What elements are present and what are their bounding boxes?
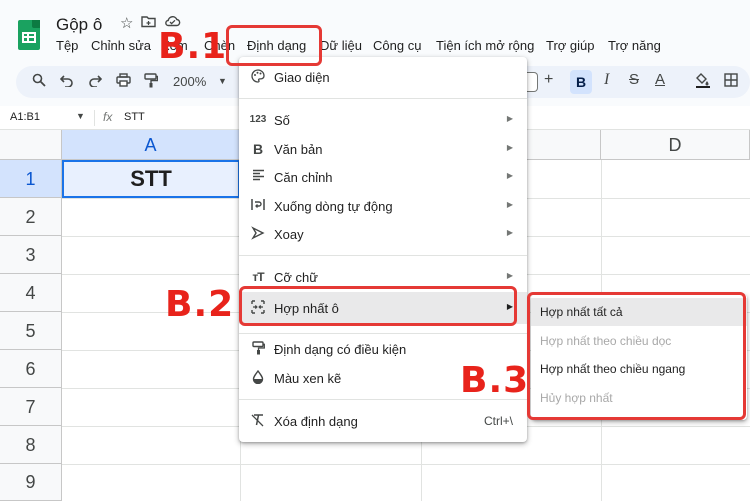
annotation-box-format-menu [226, 25, 322, 66]
zoom-select[interactable]: 200% [173, 74, 206, 89]
search-icon[interactable] [32, 73, 46, 90]
divider [94, 110, 95, 126]
menu-extensions[interactable]: Tiện ích mở rộng [436, 38, 534, 53]
shortcut-label: Ctrl+\ [483, 414, 513, 428]
row-header-1[interactable]: 1 [0, 160, 62, 198]
row-header-9[interactable]: 9 [0, 464, 62, 501]
menu-help[interactable]: Trợ giúp [546, 38, 595, 53]
submenu-arrow-icon: ▶ [506, 200, 513, 209]
annotation-box-merge-submenu [527, 292, 746, 420]
bold-icon: B [252, 141, 264, 157]
submenu-arrow-icon: ▶ [506, 114, 513, 123]
formula-input[interactable]: STT [124, 111, 145, 123]
submenu-arrow-icon: ▶ [506, 228, 513, 237]
cell-a1-selected[interactable]: STT [62, 160, 240, 198]
row-header-3[interactable]: 3 [0, 236, 62, 274]
undo-icon[interactable] [59, 73, 74, 90]
paint-format-icon[interactable] [144, 73, 159, 91]
fx-icon: fx [103, 110, 113, 124]
sheets-logo-icon[interactable] [18, 20, 40, 50]
submenu-arrow-icon: ▶ [506, 171, 513, 180]
format-menu-theme[interactable]: Giao diện [239, 63, 527, 91]
menu-divider [239, 98, 527, 99]
submenu-arrow-icon: ▶ [506, 271, 513, 280]
format-menu-clear-formatting[interactable]: Xóa định dạng Ctrl+\ [239, 407, 527, 435]
chevron-down-icon[interactable]: ▼ [218, 76, 227, 86]
menu-data[interactable]: Dữ liệu [320, 38, 362, 53]
row-header-7[interactable]: 7 [0, 388, 62, 426]
name-box[interactable]: A1:B1 [10, 111, 40, 123]
gridline [62, 464, 750, 465]
format-menu-conditional-formatting[interactable]: Định dạng có điều kiện [239, 335, 527, 363]
column-header-a[interactable]: A [62, 130, 240, 160]
borders-icon[interactable] [724, 73, 738, 90]
annotation-step-2: B.2 [165, 284, 235, 325]
format-menu-number[interactable]: 123 Số ▶ [239, 106, 527, 134]
menu-divider [239, 333, 527, 334]
row-header-5[interactable]: 5 [0, 312, 62, 350]
rotate-icon [250, 226, 266, 242]
format-menu-alignment[interactable]: Căn chỉnh ▶ [239, 163, 527, 191]
row-header-4[interactable]: 4 [0, 274, 62, 312]
format-menu-rotation[interactable]: Xoay ▶ [239, 220, 527, 248]
select-all-corner[interactable] [0, 130, 62, 160]
row-header-6[interactable]: 6 [0, 350, 62, 388]
annotation-step-3: B.3 [460, 360, 530, 401]
clear-format-icon [250, 413, 266, 429]
font-size-icon: тT [252, 270, 264, 284]
move-folder-icon[interactable] [141, 14, 157, 32]
redo-icon[interactable] [88, 73, 103, 90]
paint-roller-icon [250, 341, 266, 357]
submenu-arrow-icon: ▶ [506, 143, 513, 152]
annotation-step-1: B.1 [158, 26, 228, 67]
bold-button[interactable]: B [570, 70, 592, 94]
menu-divider [239, 255, 527, 256]
print-icon[interactable] [116, 73, 131, 90]
row-header-8[interactable]: 8 [0, 426, 62, 464]
fill-color-icon[interactable] [696, 73, 710, 91]
star-icon[interactable]: ☆ [120, 14, 133, 32]
strikethrough-icon[interactable]: S [629, 71, 639, 88]
chevron-down-icon[interactable]: ▼ [76, 111, 85, 121]
menu-file[interactable]: Tệp [56, 38, 78, 53]
format-menu-wrapping[interactable]: Xuống dòng tự động ▶ [239, 192, 527, 220]
menu-edit[interactable]: Chỉnh sửa [91, 38, 151, 53]
column-header-d[interactable]: D [601, 130, 750, 160]
palette-icon [250, 69, 266, 85]
document-title[interactable]: Gộp ô [56, 15, 102, 35]
annotation-box-merge-cells [239, 286, 517, 326]
droplet-icon [250, 369, 266, 386]
row-header-2[interactable]: 2 [0, 198, 62, 236]
wrap-icon [250, 198, 266, 214]
menu-accessibility[interactable]: Trợ năng [608, 38, 661, 53]
number-icon: 123 [249, 114, 267, 125]
increase-font-size-icon[interactable]: + [544, 71, 553, 89]
menu-tools[interactable]: Công cụ [373, 38, 421, 53]
format-menu-text[interactable]: B Văn bản ▶ [239, 135, 527, 163]
google-sheets-window: Gộp ô ☆ Tệp Chỉnh sửa Xem Chèn Định dạng… [0, 0, 750, 501]
align-icon [250, 169, 266, 185]
text-color-icon[interactable]: A [655, 71, 665, 88]
italic-icon[interactable]: I [604, 71, 609, 89]
